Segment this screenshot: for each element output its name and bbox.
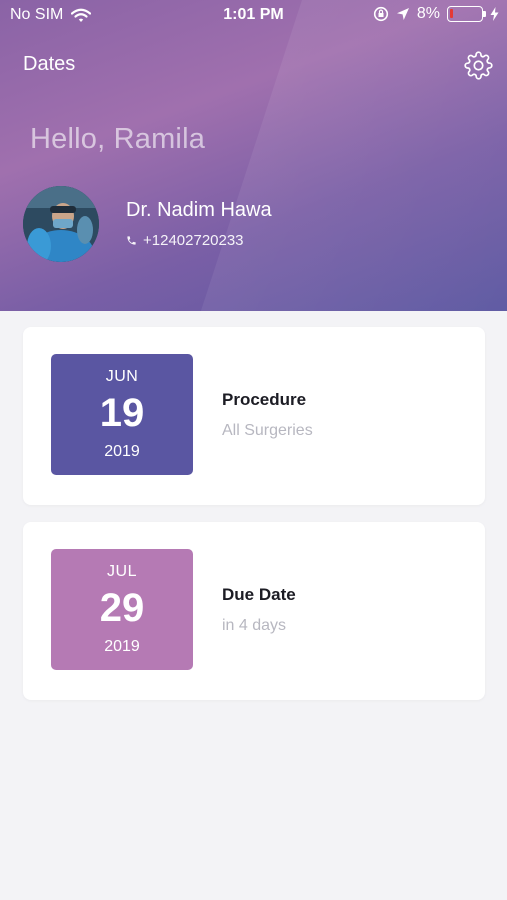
date-year: 2019	[104, 638, 140, 655]
doctor-avatar[interactable]	[23, 186, 99, 262]
date-tile: JUN 19 2019	[51, 354, 193, 475]
battery-percent: 8%	[416, 5, 440, 22]
status-bar: No SIM 1:01 PM 8%	[0, 0, 507, 30]
gear-icon[interactable]	[464, 51, 493, 80]
status-right: 8%	[373, 5, 499, 23]
date-tile: JUL 29 2019	[51, 549, 193, 670]
card-subtitle: All Surgeries	[222, 422, 313, 439]
date-month: JUL	[107, 563, 137, 580]
card-subtitle: in 4 days	[222, 617, 287, 634]
battery-level	[450, 9, 453, 18]
doctor-name: Dr. Nadim Hawa	[126, 199, 272, 221]
orientation-lock-icon	[373, 6, 388, 22]
header: No SIM 1:01 PM 8% Dates Hello, Ramila Dr…	[0, 0, 507, 311]
avatar-photo	[23, 186, 99, 262]
date-day: 29	[99, 586, 145, 630]
card-title: Procedure	[222, 390, 307, 409]
date-card-procedure[interactable]: JUN 19 2019 Procedure All Surgeries	[23, 327, 485, 505]
charging-bolt-icon	[490, 7, 499, 21]
doctor-phone-row[interactable]: +12402720233	[126, 232, 244, 249]
phone-icon	[127, 236, 136, 245]
card-title: Due Date	[222, 585, 296, 604]
doctor-phone: +12402720233	[143, 232, 244, 249]
date-month: JUN	[105, 368, 139, 385]
greeting-text: Hello, Ramila	[30, 123, 206, 155]
app-screen: No SIM 1:01 PM 8% Dates Hello, Ramila Dr…	[0, 0, 507, 900]
page-title: Dates	[23, 53, 76, 75]
location-arrow-icon	[396, 8, 409, 20]
date-day: 19	[99, 391, 145, 435]
battery-icon	[447, 6, 486, 22]
date-year: 2019	[104, 443, 140, 460]
date-card-due-date[interactable]: JUL 29 2019 Due Date in 4 days	[23, 522, 485, 700]
